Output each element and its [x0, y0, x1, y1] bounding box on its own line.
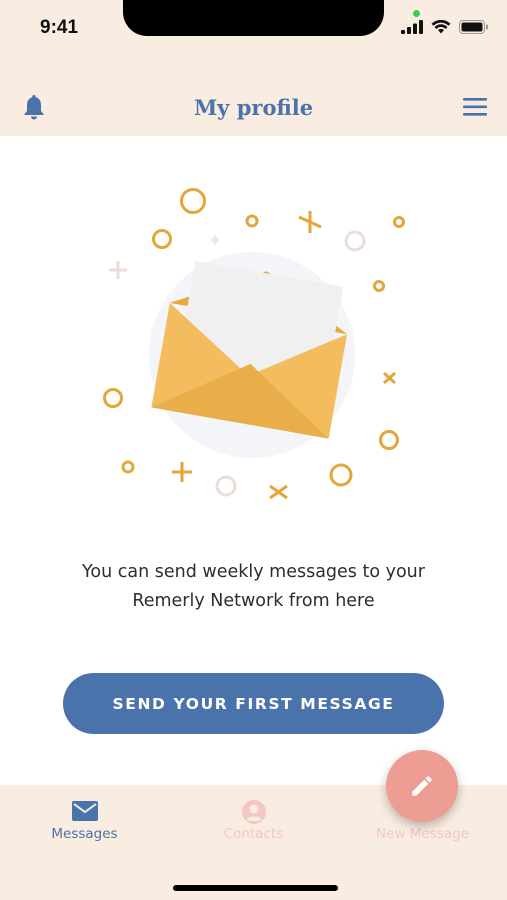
- home-indicator: [173, 885, 338, 891]
- empty-state-message: You can send weekly messages to your Rem…: [40, 558, 467, 616]
- new-message-fab[interactable]: [386, 750, 458, 822]
- account-icon: [241, 800, 266, 824]
- page-title: My profile: [193, 95, 314, 120]
- message-line-1: You can send weekly messages to your: [82, 562, 425, 582]
- send-first-message-button[interactable]: SEND YOUR FIRST MESSAGE: [63, 673, 444, 734]
- status-icons: [401, 20, 489, 34]
- menu-icon[interactable]: [463, 98, 487, 116]
- status-time: 9:41: [40, 17, 79, 38]
- mail-icon: [71, 801, 98, 821]
- message-line-2: Remerly Network from here: [132, 591, 375, 611]
- wifi-icon: [431, 20, 451, 34]
- signal-icon: [401, 20, 423, 34]
- open-envelope-icon: [103, 188, 405, 500]
- tab-new-message-label: New Message: [376, 826, 469, 842]
- battery-icon: [459, 20, 488, 34]
- tab-messages[interactable]: Messages: [0, 785, 169, 855]
- camera-indicator-dot: [413, 10, 420, 17]
- status-bar: 9:41: [0, 0, 507, 60]
- tab-contacts[interactable]: Contacts: [169, 785, 338, 855]
- tab-messages-label: Messages: [51, 826, 118, 842]
- app-header: My profile: [0, 60, 507, 136]
- device-notch: [123, 0, 384, 36]
- pencil-icon: [412, 776, 432, 796]
- tab-contacts-label: Contacts: [223, 826, 284, 842]
